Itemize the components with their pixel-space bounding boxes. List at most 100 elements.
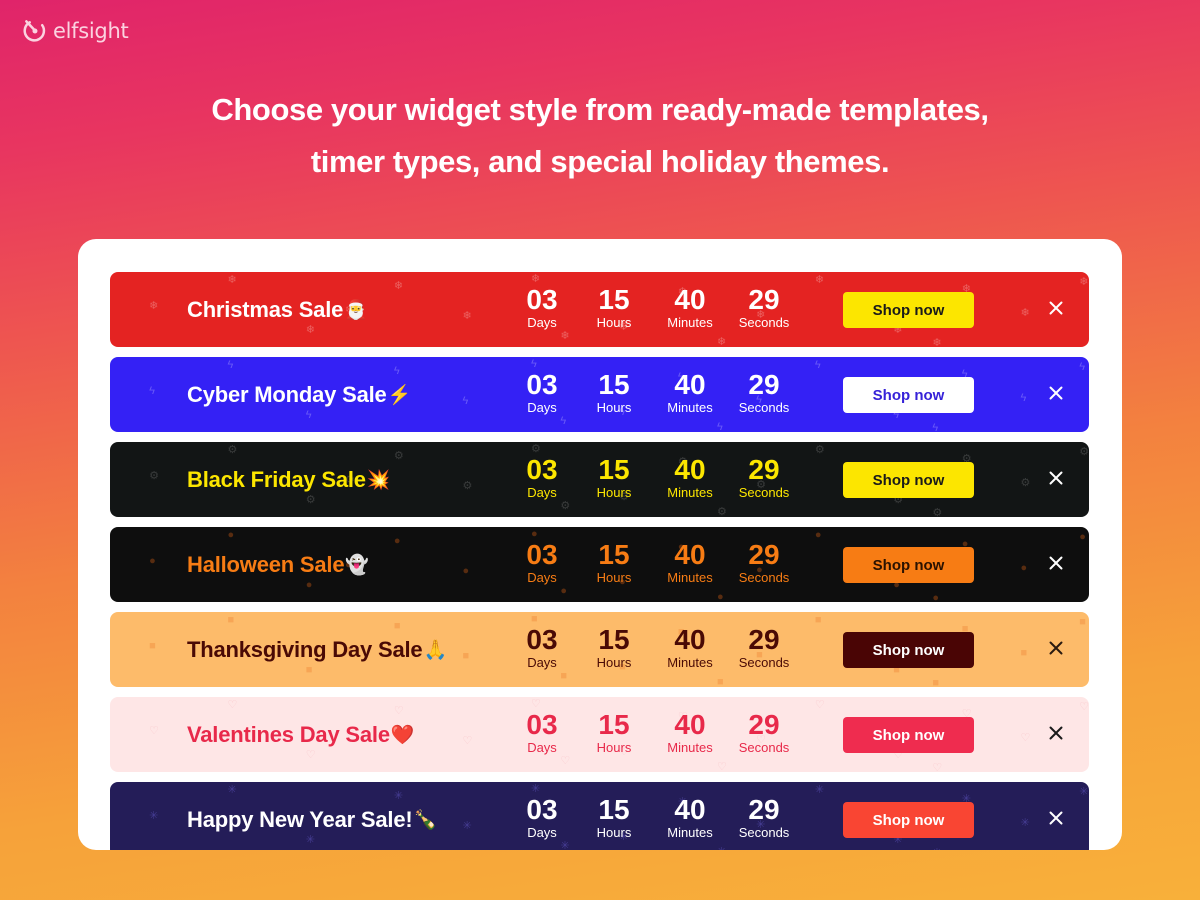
countdown-timer: 03 Days 15 Hours 40 Minutes 29 Seconds: [515, 540, 803, 586]
timer-value: 40: [674, 454, 706, 485]
close-button[interactable]: [1047, 384, 1065, 402]
pattern-decoration-icon: ■: [814, 614, 822, 626]
close-icon: [1049, 386, 1063, 400]
pattern-decoration-icon: ●: [560, 584, 567, 597]
timer-value: 03: [526, 709, 558, 740]
banner-title-text: Halloween Sale: [187, 551, 345, 577]
pattern-decoration-icon: ■: [1079, 615, 1086, 628]
pattern-decoration-icon: ❄: [149, 299, 159, 312]
timer-label: Hours: [596, 570, 632, 585]
pattern-decoration-icon: ✳: [1020, 817, 1030, 829]
close-icon: [1049, 641, 1063, 655]
timer-value: 15: [598, 709, 630, 740]
banner-emoji-icon: 👻: [345, 554, 369, 576]
timer-days: 03 Days: [515, 795, 569, 841]
timer-value: 40: [674, 709, 706, 740]
pattern-decoration-icon: ❄: [1020, 307, 1030, 319]
timer-label: Hours: [596, 825, 632, 840]
pattern-decoration-icon: ❄: [462, 310, 472, 322]
pattern-decoration-icon: ●: [1020, 562, 1028, 574]
timer-value: 29: [748, 794, 780, 825]
banner-list: ❄ ❄ ❄ ❄ ❄ ❄ ❄ ❄ ❄ ❄ ❄ ❄ ❄ ❄ ❄ ❄ ❄ ❄ Christmas Sale 🎅 03 Da…: [110, 272, 1089, 850]
timer-label: Seconds: [738, 825, 790, 840]
countdown-timer: 03 Days 15 Hours 40 Minutes 29 Seconds: [515, 455, 803, 501]
pattern-decoration-icon: ⚙: [530, 442, 541, 455]
shop-now-button[interactable]: Shop now: [843, 377, 974, 413]
pattern-decoration-icon: ♡: [1020, 732, 1031, 744]
timer-value: 15: [598, 624, 630, 655]
timer-label: Seconds: [738, 570, 790, 585]
banner-title: Valentines Day Sale ❤️: [187, 697, 415, 772]
banner-title-text: Christmas Sale: [187, 296, 344, 322]
timer-value: 29: [748, 454, 780, 485]
close-button[interactable]: [1047, 639, 1065, 657]
timer-value: 40: [674, 794, 706, 825]
pattern-decoration-icon: ϟ: [149, 384, 155, 397]
shop-now-button[interactable]: Shop now: [843, 547, 974, 583]
timer-minutes: 40 Minutes: [659, 710, 721, 756]
pattern-decoration-icon: ⚙: [716, 505, 727, 517]
timer-label: Seconds: [738, 740, 790, 755]
countdown-timer: 03 Days 15 Hours 40 Minutes 29 Seconds: [515, 285, 803, 331]
timer-value: 29: [748, 624, 780, 655]
banner-title: Happy New Year Sale! 🍾: [187, 782, 437, 850]
close-button[interactable]: [1047, 299, 1065, 317]
pattern-decoration-icon: ♡: [932, 762, 943, 773]
banner-title: Halloween Sale 👻: [187, 527, 369, 602]
banner-emoji-icon: ⚡: [387, 384, 412, 406]
banner-emoji-icon: 💥: [366, 469, 391, 491]
timer-days: 03 Days: [515, 370, 569, 416]
close-button[interactable]: [1047, 469, 1065, 487]
pattern-decoration-icon: ♡: [530, 697, 541, 710]
pattern-decoration-icon: ✳: [932, 848, 941, 851]
pattern-decoration-icon: ⚙: [462, 480, 473, 492]
timer-hours: 15 Hours: [573, 455, 655, 501]
timer-label: Seconds: [738, 400, 790, 415]
timer-value: 29: [748, 284, 780, 315]
timer-label: Minutes: [667, 400, 713, 415]
timer-days: 03 Days: [515, 455, 569, 501]
timer-hours: 15 Hours: [573, 625, 655, 671]
close-button[interactable]: [1047, 809, 1065, 827]
timer-value: 40: [674, 284, 706, 315]
timer-value: 40: [674, 539, 706, 570]
timer-value: 40: [674, 624, 706, 655]
pattern-decoration-icon: ✳: [717, 846, 726, 850]
brand-logo[interactable]: elfsight: [22, 18, 129, 43]
shop-now-button[interactable]: Shop now: [843, 632, 974, 668]
timer-seconds: 29 Seconds: [725, 540, 803, 586]
pattern-decoration-icon: ●: [393, 535, 401, 547]
timer-minutes: 40 Minutes: [659, 795, 721, 841]
timer-value: 40: [674, 369, 706, 400]
shop-now-button[interactable]: Shop now: [843, 717, 974, 753]
timer-value: 29: [748, 539, 780, 570]
banner-title: Thanksgiving Day Sale 🙏: [187, 612, 447, 687]
pattern-decoration-icon: ■: [149, 639, 156, 652]
shop-now-button[interactable]: Shop now: [843, 292, 974, 328]
timer-label: Days: [527, 315, 557, 330]
countdown-banner-4: ■ ■ ■ ■ ■ ■ ■ ■ ■ ■ ■ ■ ■ ■ ■ ■ ■ ■ Thanksgiving Day Sale…: [110, 612, 1089, 687]
pattern-decoration-icon: ❄: [560, 329, 570, 342]
banner-title-text: Black Friday Sale: [187, 466, 366, 492]
pattern-decoration-icon: ♡: [149, 724, 160, 737]
banner-title: Cyber Monday Sale ⚡: [187, 357, 411, 432]
close-button[interactable]: [1047, 724, 1065, 742]
shop-now-button[interactable]: Shop now: [843, 802, 974, 838]
shop-now-button[interactable]: Shop now: [843, 462, 974, 498]
timer-label: Minutes: [667, 655, 713, 670]
countdown-banner-0: ❄ ❄ ❄ ❄ ❄ ❄ ❄ ❄ ❄ ❄ ❄ ❄ ❄ ❄ ❄ ❄ ❄ ❄ Christmas Sale 🎅 03 Da…: [110, 272, 1089, 347]
countdown-timer: 03 Days 15 Hours 40 Minutes 29 Seconds: [515, 795, 803, 841]
pattern-decoration-icon: ●: [1079, 530, 1086, 543]
pattern-decoration-icon: ✳: [462, 820, 472, 832]
timer-value: 03: [526, 539, 558, 570]
close-button[interactable]: [1047, 554, 1065, 572]
banner-title: Christmas Sale 🎅: [187, 272, 368, 347]
pattern-decoration-icon: ⚙: [814, 444, 825, 456]
banner-title-text: Thanksgiving Day Sale: [187, 636, 423, 662]
timer-value: 03: [526, 284, 558, 315]
pattern-decoration-icon: ϟ: [814, 359, 821, 371]
timer-label: Days: [527, 485, 557, 500]
timer-seconds: 29 Seconds: [725, 710, 803, 756]
timer-value: 15: [598, 794, 630, 825]
countdown-timer: 03 Days 15 Hours 40 Minutes 29 Seconds: [515, 370, 803, 416]
